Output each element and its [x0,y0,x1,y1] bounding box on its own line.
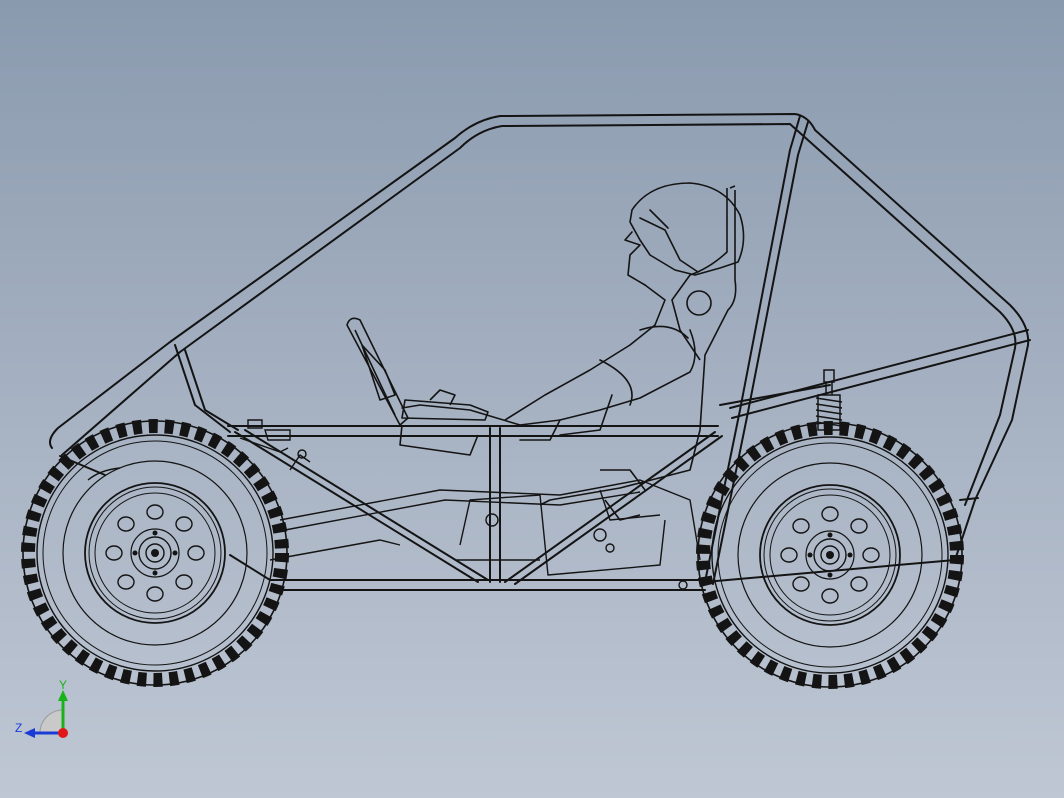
z-axis-label: Z [15,721,23,735]
tube-frame [49,113,1031,591]
graphics-viewport[interactable]: Y Z [0,0,1064,798]
rear-wheel [698,423,962,687]
driver-figure [401,182,745,441]
view-orientation-triad: Y Z [10,676,80,746]
buggy-model[interactable] [0,0,1064,798]
front-wheel [23,421,287,685]
floor-pan [269,449,701,590]
steering-wheel [346,317,489,456]
y-axis-label: Y [59,678,68,692]
x-axis-dot [58,728,68,738]
